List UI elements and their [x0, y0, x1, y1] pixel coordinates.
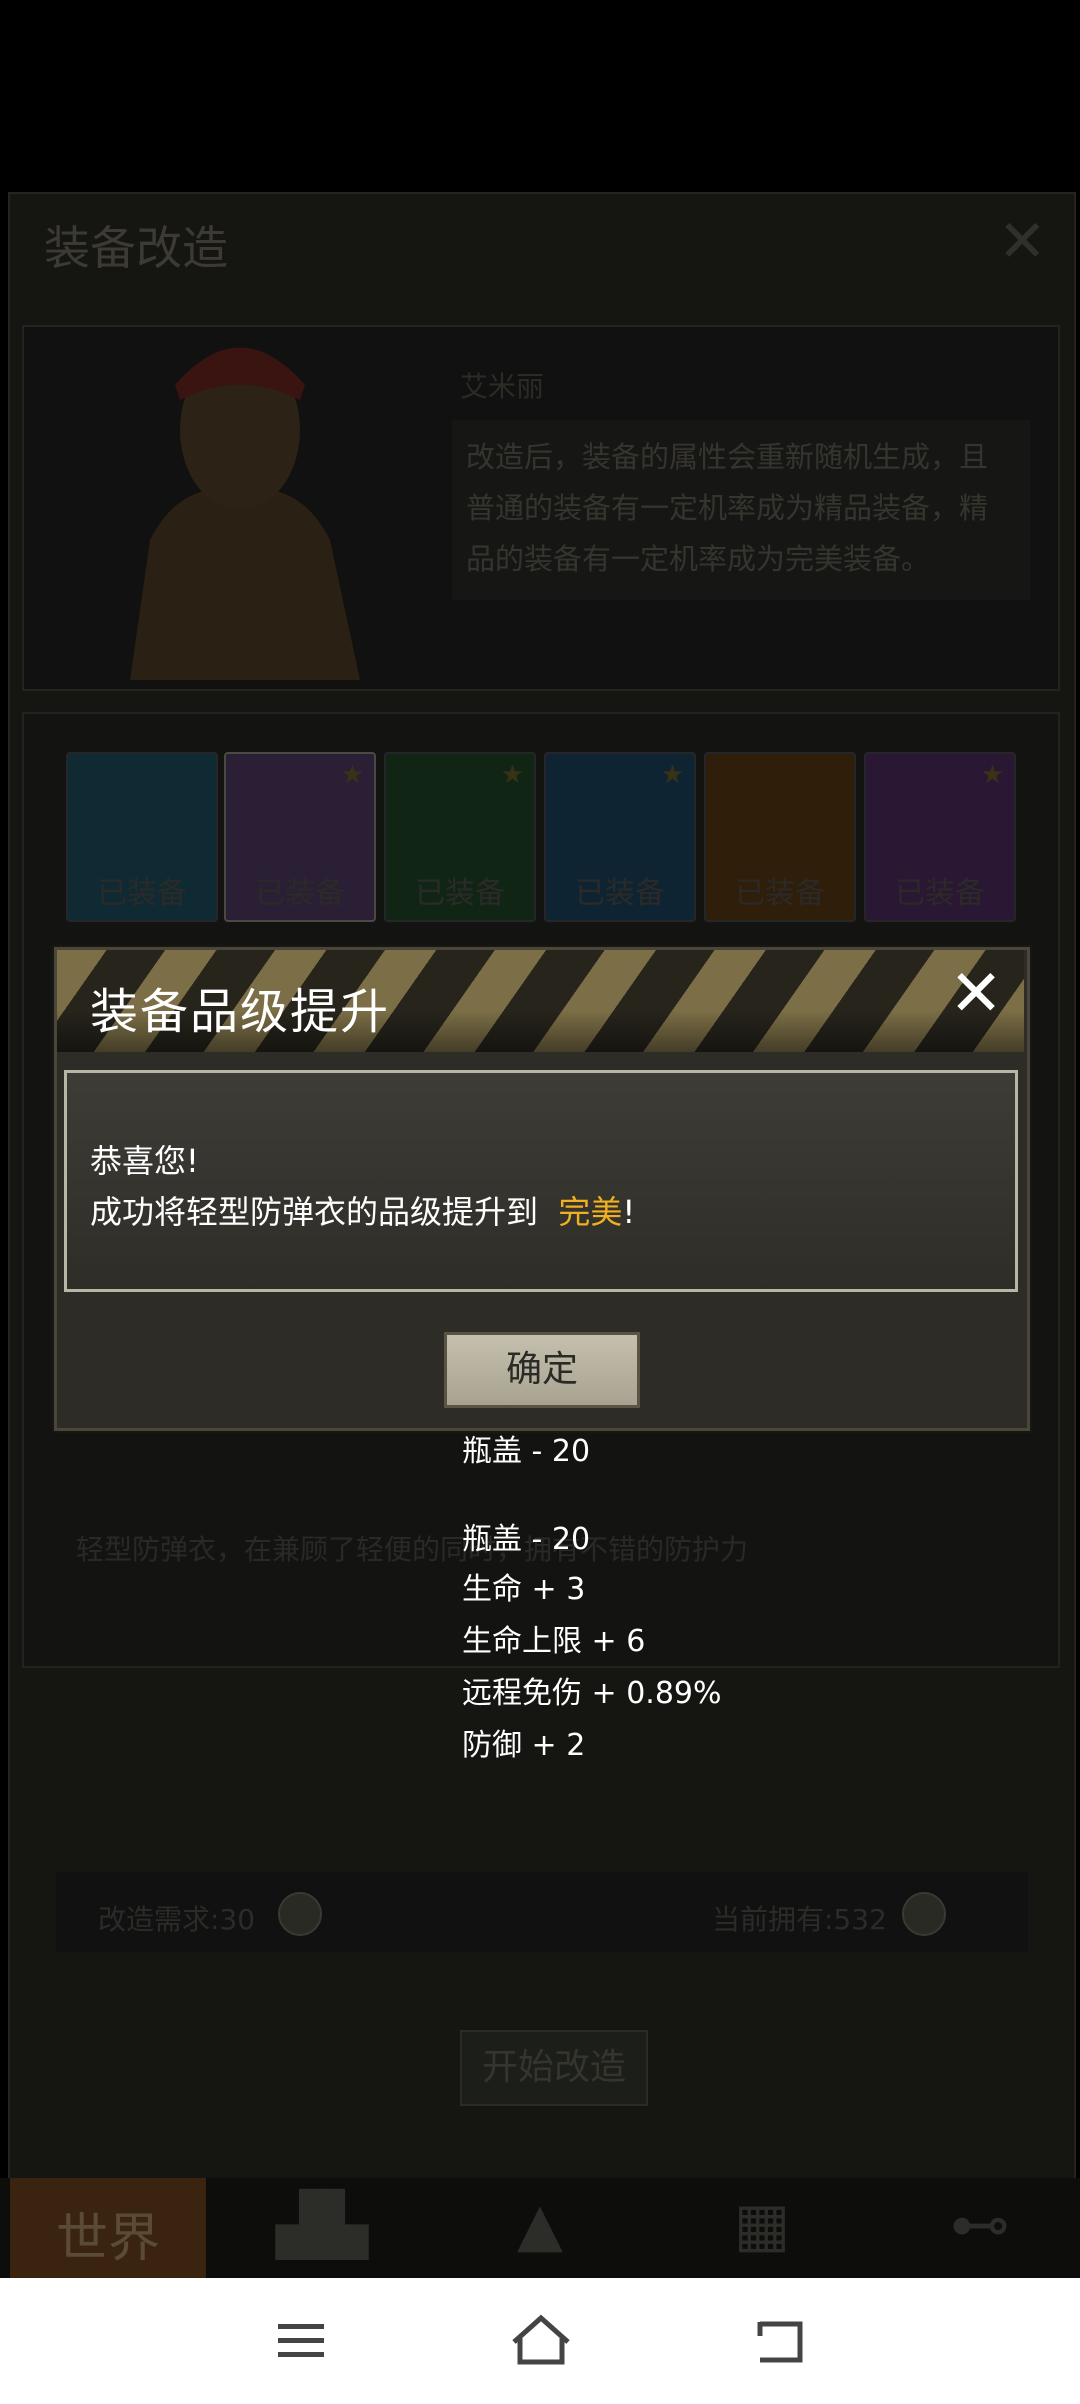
floating-stat: 防御 + 2	[462, 1728, 586, 1763]
equipment-slot[interactable]: ★ 已装备	[224, 752, 376, 922]
item-description: 轻型防弹衣，在兼顾了轻便的同时，拥有不错的防护力	[76, 1533, 749, 1566]
home-icon[interactable]	[506, 2310, 576, 2370]
dialog-close-icon[interactable]: ✕	[944, 962, 1008, 1026]
anvil-icon[interactable]: ▲	[490, 2190, 590, 2260]
npc-description: 改造后，装备的属性会重新随机生成，且普通的装备有一定机率成为精品装备，精品的装备…	[466, 440, 989, 576]
confirm-button[interactable]: 确定	[444, 1332, 640, 1408]
star-icon: ★	[340, 760, 364, 790]
message-suffix: !	[622, 1193, 636, 1231]
slot-status-label: 已装备	[255, 876, 345, 911]
slot-status-label: 已装备	[415, 876, 505, 911]
background-close-icon[interactable]: ✕	[998, 212, 1047, 270]
equipment-slot[interactable]: ★ 已装备	[864, 752, 1016, 922]
star-icon: ★	[980, 760, 1004, 790]
dialog-title: 装备品级提升	[90, 984, 391, 1040]
background-title: 装备改造	[44, 221, 228, 275]
back-icon[interactable]	[746, 2310, 816, 2370]
floating-stat: 瓶盖 - 20	[462, 1522, 591, 1557]
bottle-cap-icon	[902, 1892, 946, 1936]
backpack-icon[interactable]: ▟▙	[272, 2190, 372, 2260]
equipment-slot[interactable]: ★ 已装备	[384, 752, 536, 922]
menu-icon[interactable]	[266, 2310, 336, 2370]
equipment-slot[interactable]: 已装备	[704, 752, 856, 922]
slot-status-label: 已装备	[895, 876, 985, 911]
equipment-slot[interactable]: ★ 已装备	[544, 752, 696, 922]
start-modify-button[interactable]: 开始改造	[460, 2030, 648, 2106]
message-prefix: 成功将轻型防弹衣的品级提升到	[90, 1193, 539, 1231]
floating-stat: 生命 + 3	[462, 1572, 586, 1607]
cart-icon[interactable]: ⊷	[930, 2190, 1030, 2260]
bottle-cap-icon	[278, 1892, 322, 1936]
shop-icon[interactable]: ▦	[712, 2190, 812, 2260]
requirement-cost: 改造需求:30	[98, 1903, 256, 1936]
npc-name: 艾米丽	[460, 370, 545, 403]
nav-tab-world-label: 世界	[56, 2209, 161, 2269]
floating-stat: 远程免伤 + 0.89%	[462, 1676, 722, 1711]
star-icon: ★	[660, 760, 684, 790]
message-line-result: 成功将轻型防弹衣的品级提升到 完美!	[90, 1187, 635, 1233]
floating-stat: 瓶盖 - 20	[462, 1434, 591, 1469]
message-box	[64, 1070, 1018, 1292]
equipment-slot[interactable]: 已装备	[66, 752, 218, 922]
slot-status-label: 已装备	[735, 876, 825, 911]
message-line-congrats: 恭喜您!	[90, 1142, 199, 1180]
floating-stat: 生命上限 + 6	[462, 1624, 646, 1659]
owned-amount: 当前拥有:532	[712, 1903, 887, 1936]
slot-status-label: 已装备	[575, 876, 665, 911]
slot-status-label: 已装备	[97, 876, 187, 911]
star-icon: ★	[500, 760, 524, 790]
message-quality-highlight: 完美	[558, 1193, 623, 1231]
npc-portrait-image	[130, 347, 360, 680]
